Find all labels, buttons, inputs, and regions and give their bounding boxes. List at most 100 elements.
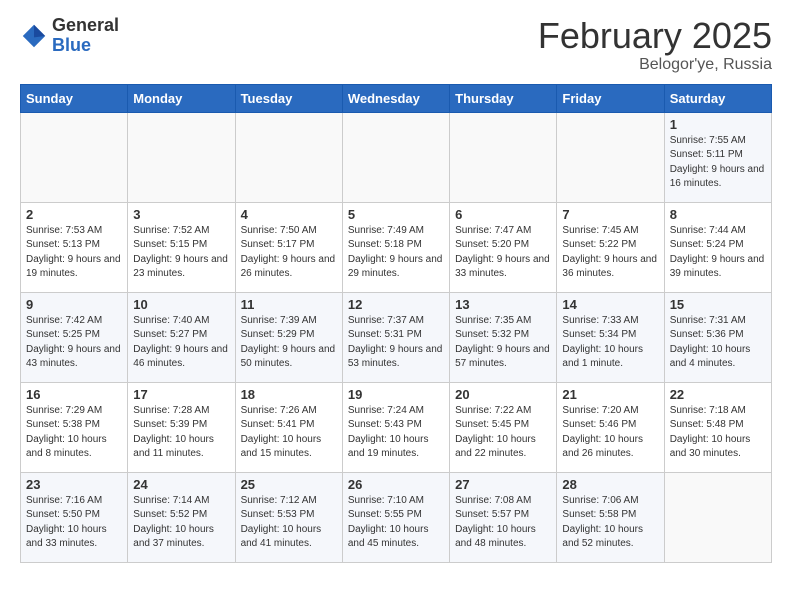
day-number: 19: [348, 387, 444, 402]
day-cell: 6 Sunrise: 7:47 AM Sunset: 5:20 PM Daylig…: [450, 202, 557, 292]
day-number: 22: [670, 387, 766, 402]
calendar-page: General Blue February 2025 Belogor'ye, R…: [0, 0, 792, 579]
weekday-row: SundayMondayTuesdayWednesdayThursdayFrid…: [21, 84, 772, 112]
day-cell: 28 Sunrise: 7:06 AM Sunset: 5:58 PM Dayli…: [557, 472, 664, 562]
day-info: Sunrise: 7:06 AM Sunset: 5:58 PM Dayligh…: [562, 494, 658, 552]
weekday-header-friday: Friday: [557, 84, 664, 112]
day-info: Sunrise: 7:47 AM Sunset: 5:20 PM Dayligh…: [455, 224, 551, 282]
weekday-header-monday: Monday: [128, 84, 235, 112]
day-number: 17: [133, 387, 229, 402]
logo-general: General: [52, 16, 119, 36]
day-number: 4: [241, 207, 337, 222]
day-cell: 2 Sunrise: 7:53 AM Sunset: 5:13 PM Daylig…: [21, 202, 128, 292]
day-cell: 17 Sunrise: 7:28 AM Sunset: 5:39 PM Dayli…: [128, 382, 235, 472]
week-row-2: 2 Sunrise: 7:53 AM Sunset: 5:13 PM Daylig…: [21, 202, 772, 292]
week-row-3: 9 Sunrise: 7:42 AM Sunset: 5:25 PM Daylig…: [21, 292, 772, 382]
day-cell: 13Sunrise: 7:35 AM Sunset: 5:32 PM Dayli…: [450, 292, 557, 382]
day-number: 27: [455, 477, 551, 492]
day-info: Sunrise: 7:28 AM Sunset: 5:39 PM Dayligh…: [133, 404, 229, 462]
day-info: Sunrise: 7:20 AM Sunset: 5:46 PM Dayligh…: [562, 404, 658, 462]
day-cell: 24 Sunrise: 7:14 AM Sunset: 5:52 PM Dayli…: [128, 472, 235, 562]
title-block: February 2025 Belogor'ye, Russia: [538, 16, 772, 74]
day-cell: 3 Sunrise: 7:52 AM Sunset: 5:15 PM Daylig…: [128, 202, 235, 292]
day-cell: 9 Sunrise: 7:42 AM Sunset: 5:25 PM Daylig…: [21, 292, 128, 382]
day-info: Sunrise: 7:39 AM Sunset: 5:29 PM Dayligh…: [241, 314, 337, 372]
day-number: 9: [26, 297, 122, 312]
day-number: 1: [670, 117, 766, 132]
day-info: Sunrise: 7:31 AM Sunset: 5:36 PM Dayligh…: [670, 314, 766, 372]
weekday-header-sunday: Sunday: [21, 84, 128, 112]
logo-text: General Blue: [52, 16, 119, 56]
day-cell: 1 Sunrise: 7:55 AM Sunset: 5:11 PM Daylig…: [664, 112, 771, 202]
day-info: Sunrise: 7:22 AM Sunset: 5:45 PM Dayligh…: [455, 404, 551, 462]
day-info: Sunrise: 7:50 AM Sunset: 5:17 PM Dayligh…: [241, 224, 337, 282]
day-cell: 16 Sunrise: 7:29 AM Sunset: 5:38 PM Dayli…: [21, 382, 128, 472]
day-cell: 19 Sunrise: 7:24 AM Sunset: 5:43 PM Dayli…: [342, 382, 449, 472]
day-number: 2: [26, 207, 122, 222]
day-number: 11: [241, 297, 337, 312]
day-number: 28: [562, 477, 658, 492]
logo-blue: Blue: [52, 36, 119, 56]
day-cell: [557, 112, 664, 202]
day-info: Sunrise: 7:33 AM Sunset: 5:34 PM Dayligh…: [562, 314, 658, 372]
weekday-header-saturday: Saturday: [664, 84, 771, 112]
day-cell: 5Sunrise: 7:49 AM Sunset: 5:18 PM Daylig…: [342, 202, 449, 292]
day-info: Sunrise: 7:52 AM Sunset: 5:15 PM Dayligh…: [133, 224, 229, 282]
logo-icon: [20, 22, 48, 50]
day-info: Sunrise: 7:12 AM Sunset: 5:53 PM Dayligh…: [241, 494, 337, 552]
day-cell: 8Sunrise: 7:44 AM Sunset: 5:24 PM Daylig…: [664, 202, 771, 292]
day-cell: 26 Sunrise: 7:10 AM Sunset: 5:55 PM Dayli…: [342, 472, 449, 562]
day-info: Sunrise: 7:44 AM Sunset: 5:24 PM Dayligh…: [670, 224, 766, 282]
day-number: 10: [133, 297, 229, 312]
day-info: Sunrise: 7:10 AM Sunset: 5:55 PM Dayligh…: [348, 494, 444, 552]
day-info: Sunrise: 7:24 AM Sunset: 5:43 PM Dayligh…: [348, 404, 444, 462]
day-cell: [664, 472, 771, 562]
day-number: 26: [348, 477, 444, 492]
day-cell: [128, 112, 235, 202]
day-info: Sunrise: 7:42 AM Sunset: 5:25 PM Dayligh…: [26, 314, 122, 372]
day-cell: 23Sunrise: 7:16 AM Sunset: 5:50 PM Dayli…: [21, 472, 128, 562]
day-info: Sunrise: 7:53 AM Sunset: 5:13 PM Dayligh…: [26, 224, 122, 282]
header: General Blue February 2025 Belogor'ye, R…: [20, 16, 772, 74]
day-number: 12: [348, 297, 444, 312]
weekday-header-wednesday: Wednesday: [342, 84, 449, 112]
day-cell: 4 Sunrise: 7:50 AM Sunset: 5:17 PM Daylig…: [235, 202, 342, 292]
day-cell: 21Sunrise: 7:20 AM Sunset: 5:46 PM Dayli…: [557, 382, 664, 472]
weekday-header-tuesday: Tuesday: [235, 84, 342, 112]
day-number: 16: [26, 387, 122, 402]
day-cell: 14Sunrise: 7:33 AM Sunset: 5:34 PM Dayli…: [557, 292, 664, 382]
day-cell: [450, 112, 557, 202]
day-info: Sunrise: 7:16 AM Sunset: 5:50 PM Dayligh…: [26, 494, 122, 552]
day-info: Sunrise: 7:29 AM Sunset: 5:38 PM Dayligh…: [26, 404, 122, 462]
week-row-1: 1 Sunrise: 7:55 AM Sunset: 5:11 PM Daylig…: [21, 112, 772, 202]
day-info: Sunrise: 7:55 AM Sunset: 5:11 PM Dayligh…: [670, 134, 766, 192]
day-cell: 7Sunrise: 7:45 AM Sunset: 5:22 PM Daylig…: [557, 202, 664, 292]
day-cell: [235, 112, 342, 202]
day-info: Sunrise: 7:45 AM Sunset: 5:22 PM Dayligh…: [562, 224, 658, 282]
day-info: Sunrise: 7:37 AM Sunset: 5:31 PM Dayligh…: [348, 314, 444, 372]
weekday-header-thursday: Thursday: [450, 84, 557, 112]
day-number: 24: [133, 477, 229, 492]
week-row-4: 16 Sunrise: 7:29 AM Sunset: 5:38 PM Dayli…: [21, 382, 772, 472]
week-row-5: 23Sunrise: 7:16 AM Sunset: 5:50 PM Dayli…: [21, 472, 772, 562]
day-info: Sunrise: 7:40 AM Sunset: 5:27 PM Dayligh…: [133, 314, 229, 372]
day-number: 6: [455, 207, 551, 222]
day-number: 25: [241, 477, 337, 492]
day-info: Sunrise: 7:49 AM Sunset: 5:18 PM Dayligh…: [348, 224, 444, 282]
day-cell: 25 Sunrise: 7:12 AM Sunset: 5:53 PM Dayli…: [235, 472, 342, 562]
day-number: 18: [241, 387, 337, 402]
calendar-header: SundayMondayTuesdayWednesdayThursdayFrid…: [21, 84, 772, 112]
day-cell: 18Sunrise: 7:26 AM Sunset: 5:41 PM Dayli…: [235, 382, 342, 472]
day-number: 3: [133, 207, 229, 222]
day-info: Sunrise: 7:14 AM Sunset: 5:52 PM Dayligh…: [133, 494, 229, 552]
calendar-title: February 2025: [538, 16, 772, 56]
day-number: 15: [670, 297, 766, 312]
day-cell: [342, 112, 449, 202]
day-cell: 10 Sunrise: 7:40 AM Sunset: 5:27 PM Dayli…: [128, 292, 235, 382]
day-cell: 12 Sunrise: 7:37 AM Sunset: 5:31 PM Dayli…: [342, 292, 449, 382]
day-number: 13: [455, 297, 551, 312]
day-cell: 11 Sunrise: 7:39 AM Sunset: 5:29 PM Dayli…: [235, 292, 342, 382]
calendar-table: SundayMondayTuesdayWednesdayThursdayFrid…: [20, 84, 772, 563]
day-cell: [21, 112, 128, 202]
day-number: 20: [455, 387, 551, 402]
